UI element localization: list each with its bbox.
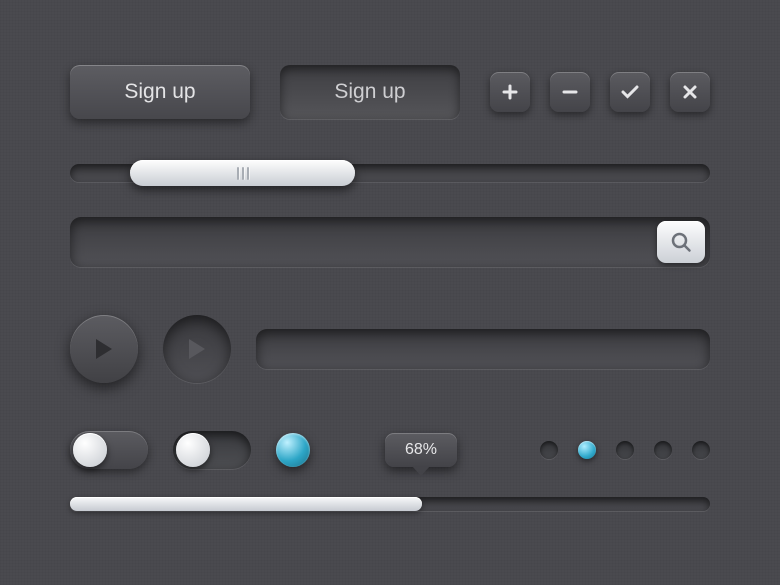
search-input[interactable] bbox=[70, 217, 657, 267]
icon-button-group bbox=[490, 72, 710, 112]
pagination-dots bbox=[540, 441, 710, 459]
search-bar bbox=[70, 217, 710, 267]
top-buttons-row: Sign up Sign up bbox=[70, 65, 710, 119]
play-icon bbox=[94, 338, 114, 360]
search-button[interactable] bbox=[657, 221, 705, 263]
minus-icon bbox=[562, 84, 578, 100]
media-progress-track[interactable] bbox=[256, 329, 710, 369]
progress-bar-fill bbox=[70, 497, 422, 511]
pagination-dot-4[interactable] bbox=[692, 441, 710, 459]
range-slider[interactable] bbox=[70, 164, 710, 182]
check-icon bbox=[621, 84, 639, 100]
sign-up-button[interactable]: Sign up bbox=[70, 65, 250, 119]
controls-row: 68% bbox=[70, 431, 710, 469]
play-icon bbox=[187, 338, 207, 360]
plus-button[interactable] bbox=[490, 72, 530, 112]
play-button-pressed[interactable] bbox=[163, 315, 231, 383]
pagination-dot-0[interactable] bbox=[540, 441, 558, 459]
close-button[interactable] bbox=[670, 72, 710, 112]
toggle-switch-2[interactable] bbox=[173, 431, 251, 469]
close-icon bbox=[682, 84, 698, 100]
play-button[interactable] bbox=[70, 315, 138, 383]
minus-button[interactable] bbox=[550, 72, 590, 112]
check-button[interactable] bbox=[610, 72, 650, 112]
pagination-dot-1[interactable] bbox=[578, 441, 596, 459]
plus-icon bbox=[502, 84, 518, 100]
progress-tooltip: 68% bbox=[385, 433, 457, 467]
progress-bar[interactable] bbox=[70, 497, 710, 511]
search-icon bbox=[670, 231, 692, 253]
range-slider-thumb[interactable] bbox=[130, 160, 355, 186]
toggle-knob bbox=[176, 433, 210, 467]
pagination-dot-2[interactable] bbox=[616, 441, 634, 459]
toggle-knob bbox=[73, 433, 107, 467]
pagination-dot-3[interactable] bbox=[654, 441, 672, 459]
accent-orb[interactable] bbox=[276, 433, 310, 467]
toggle-switch-1[interactable] bbox=[70, 431, 148, 469]
media-row bbox=[70, 315, 710, 383]
sign-up-button-pressed[interactable]: Sign up bbox=[280, 65, 460, 119]
